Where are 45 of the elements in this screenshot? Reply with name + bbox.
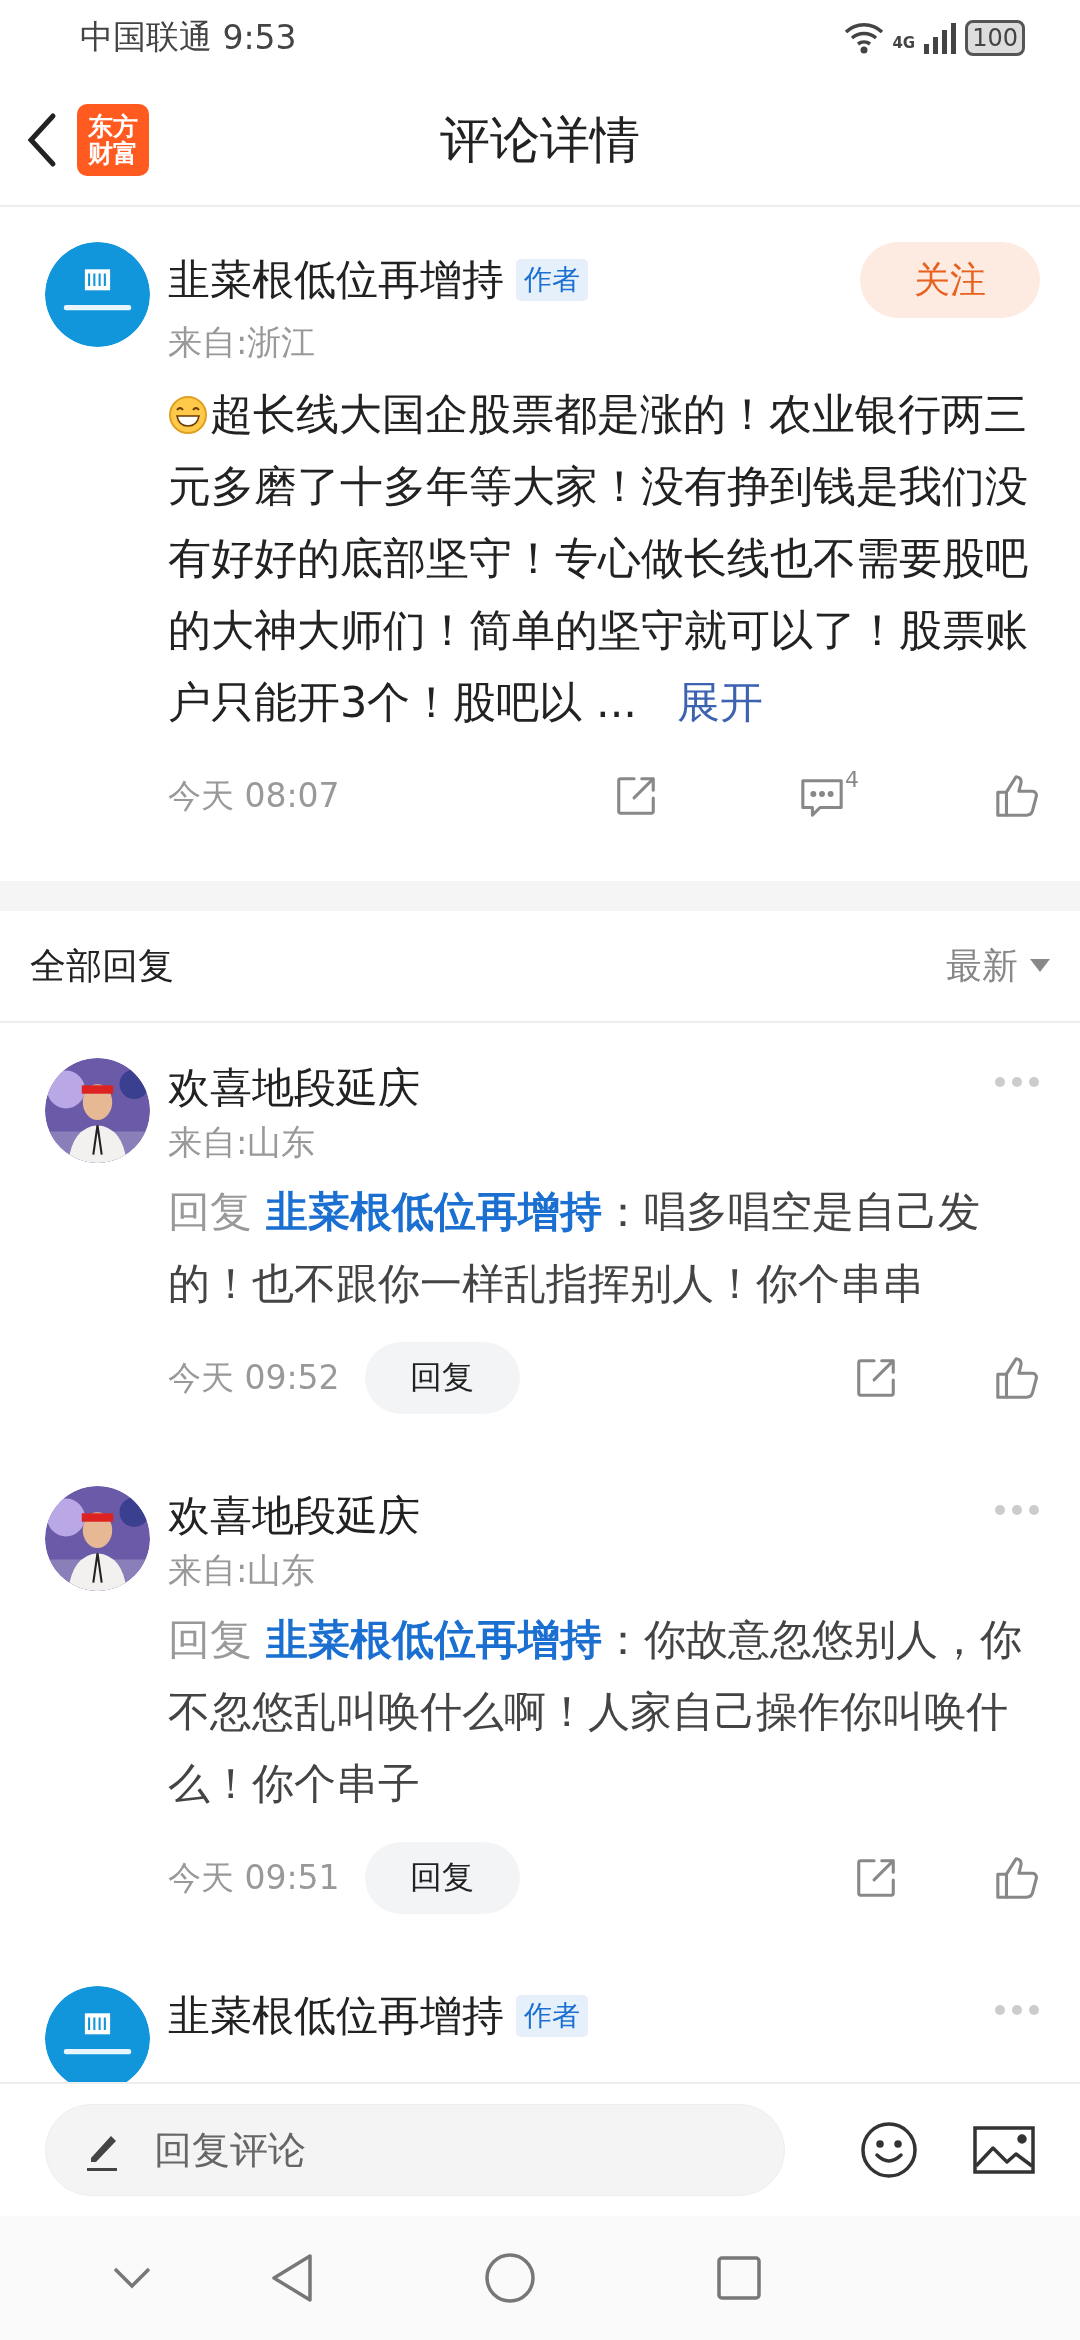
author-tag: 作者 — [516, 259, 588, 301]
author-name[interactable]: 韭菜根低位再增持 — [168, 1988, 504, 2044]
reply-button[interactable]: 回复 — [364, 1342, 520, 1414]
logo-icon[interactable] — [45, 242, 150, 347]
grin-emoji-icon — [168, 395, 208, 435]
collapse-icon[interactable] — [112, 2266, 152, 2290]
signal-icon — [923, 21, 958, 54]
reply-time: 今天 09:52 — [168, 1356, 340, 1399]
network-type: 4G — [892, 33, 916, 52]
author-name[interactable]: 韭菜根低位再增持 — [168, 252, 504, 308]
dropdown-icon[interactable] — [1030, 959, 1050, 973]
reply-button[interactable]: 回复 — [364, 1842, 520, 1914]
expand-link[interactable]: 展开 — [677, 677, 764, 727]
back-nav-icon[interactable] — [270, 2253, 314, 2303]
reply-text: 回复 韭菜根低位再增持：唱多唱空是自己发的！也不跟你一样乱指挥别人！你个串串 — [168, 1186, 981, 1310]
mention-link[interactable]: 韭菜根低位再增持 — [266, 1187, 602, 1236]
thumbs-up-icon[interactable] — [994, 1355, 1040, 1401]
thumbs-up-icon[interactable] — [994, 773, 1040, 819]
reply-field[interactable]: 回复评论 — [45, 2104, 785, 2196]
location-label: 来自:山东 — [168, 1549, 317, 1592]
thumbs-up-icon[interactable] — [994, 1855, 1040, 1901]
reply-time: 今天 09:51 — [168, 1856, 340, 1899]
mention-link[interactable]: 韭菜根低位再增持 — [266, 1615, 602, 1664]
emoji-icon[interactable] — [860, 2121, 918, 2179]
recents-nav-icon[interactable] — [716, 2255, 762, 2301]
page-title: 评论详情 — [440, 109, 640, 171]
image-icon[interactable] — [973, 2126, 1035, 2174]
comment-count: 4 — [845, 767, 859, 792]
back-icon[interactable] — [25, 112, 57, 168]
author-name[interactable]: 欢喜地段延庆 — [168, 1060, 420, 1116]
home-nav-icon[interactable] — [484, 2252, 536, 2304]
author-name[interactable]: 欢喜地段延庆 — [168, 1488, 420, 1544]
location-label: 来自:浙江 — [168, 321, 317, 364]
post-time: 今天 08:07 — [168, 774, 340, 817]
location-label: 来自:山东 — [168, 1121, 317, 1164]
logo-icon[interactable] — [45, 1986, 150, 2082]
author-tag: 作者 — [516, 1995, 588, 2037]
clock: 9:53 — [222, 18, 297, 57]
post-text: 超长线大国企股票都是涨的！农业银行两三元多磨了十多年等大家！没有挣到钱是我们没有好好的底部坚守！专心做长线也不需要股吧的大神大师们！简单的坚守就可以了！股票账户只能开3个！股吧以 ... 展开 — [168, 388, 1029, 729]
sort-selector[interactable]: 最新 — [946, 941, 1018, 991]
carrier-name: 中国联通 — [80, 16, 212, 58]
section-title: 全部回复 — [30, 943, 174, 988]
reply-text: 回复 韭菜根低位再增持：你故意忽悠别人，你不忽悠乱叫唤什么啊！人家自己操作你叫唤什么！你个串子 — [168, 1614, 1023, 1810]
battery-level: 100 — [965, 19, 1025, 56]
wifi-icon — [844, 21, 885, 54]
